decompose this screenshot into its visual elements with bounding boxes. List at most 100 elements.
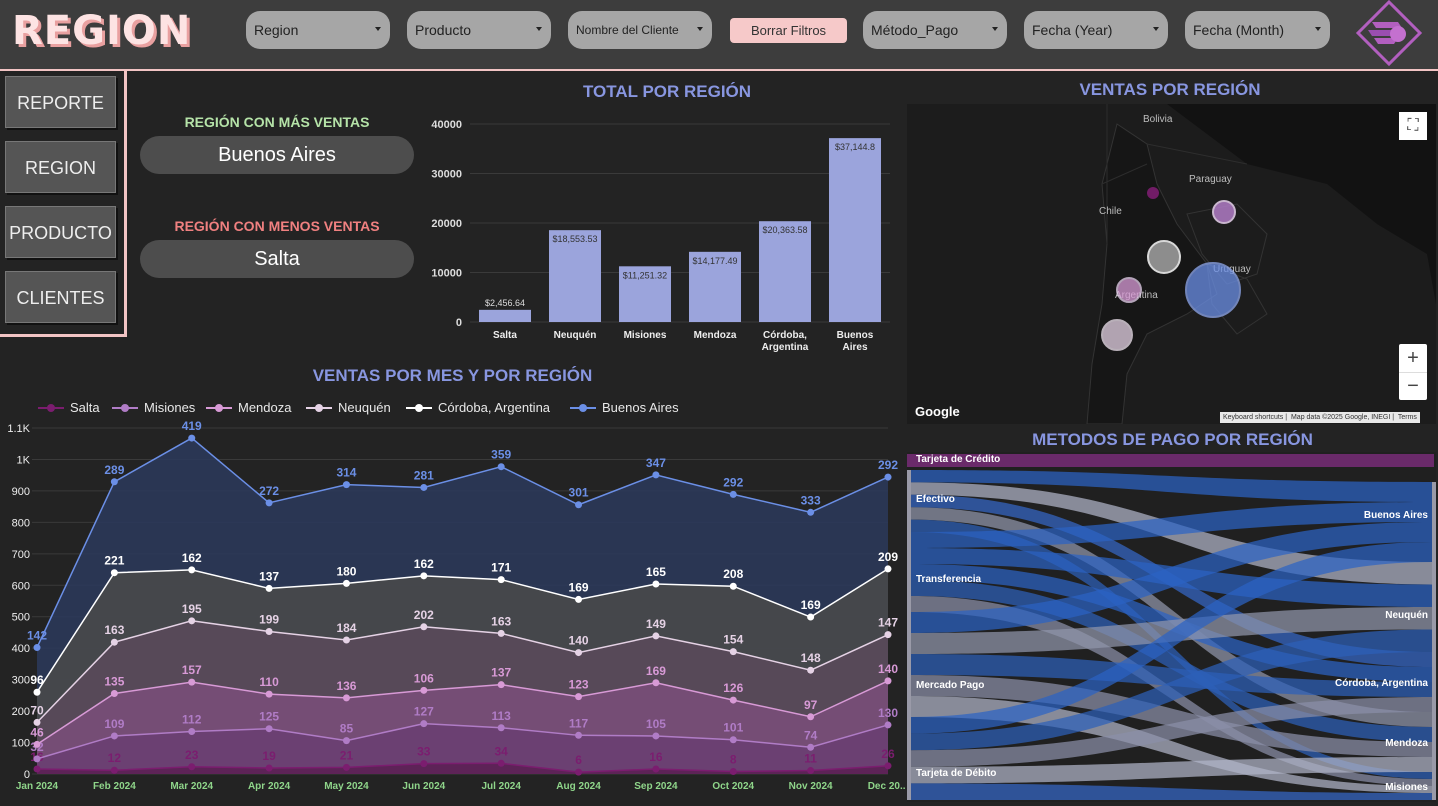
area-point[interactable] <box>342 579 350 587</box>
legend-item[interactable]: Salta <box>38 400 100 415</box>
area-point[interactable] <box>188 678 196 686</box>
area-point[interactable] <box>342 694 350 702</box>
area-point[interactable] <box>342 763 350 771</box>
area-point[interactable] <box>652 471 660 479</box>
zoom-in-button[interactable]: + <box>1399 344 1427 372</box>
filter-month[interactable]: Fecha (Month) <box>1185 11 1330 49</box>
area-point[interactable] <box>497 681 505 689</box>
area-point[interactable] <box>33 755 41 763</box>
area-point[interactable] <box>575 595 583 603</box>
area-point[interactable] <box>420 760 428 768</box>
area-point[interactable] <box>342 481 350 489</box>
nav-reporte-button[interactable]: REPORTE <box>5 76 116 128</box>
area-point[interactable] <box>265 690 273 698</box>
area-point[interactable] <box>33 740 41 748</box>
area-point[interactable] <box>884 565 892 573</box>
area-point[interactable] <box>265 764 273 772</box>
area-point[interactable] <box>110 569 118 577</box>
area-point[interactable] <box>497 629 505 637</box>
nav-region-button[interactable]: REGION <box>5 141 116 193</box>
area-point[interactable] <box>188 566 196 574</box>
filter-region[interactable]: Region <box>246 11 390 49</box>
area-point[interactable] <box>575 731 583 739</box>
area-point[interactable] <box>497 759 505 767</box>
area-point[interactable] <box>265 584 273 592</box>
area-point[interactable] <box>575 693 583 701</box>
area-point[interactable] <box>884 677 892 685</box>
area-point[interactable] <box>420 623 428 631</box>
area-point[interactable] <box>110 766 118 774</box>
area-point[interactable] <box>420 720 428 728</box>
filter-cliente[interactable]: Nombre del Cliente <box>568 11 712 49</box>
area-point[interactable] <box>807 713 815 721</box>
area-point[interactable] <box>807 508 815 516</box>
area-point[interactable] <box>497 724 505 732</box>
area-point[interactable] <box>497 463 505 471</box>
area-point[interactable] <box>420 572 428 580</box>
area-point[interactable] <box>420 686 428 694</box>
area-point[interactable] <box>497 576 505 584</box>
filter-metodo-pago[interactable]: Método_Pago <box>863 11 1007 49</box>
nav-clientes-button[interactable]: CLIENTES <box>5 271 116 323</box>
area-point[interactable] <box>884 631 892 639</box>
area-point[interactable] <box>188 728 196 736</box>
legend-item[interactable]: Córdoba, Argentina <box>406 400 550 415</box>
nav-producto-button[interactable]: PRODUCTO <box>5 206 116 258</box>
area-point[interactable] <box>265 499 273 507</box>
area-point[interactable] <box>265 725 273 733</box>
area-point[interactable] <box>110 638 118 646</box>
region-map[interactable]: Bolivia Paraguay Chile Argentina Uruguay… <box>907 104 1436 424</box>
area-point[interactable] <box>265 628 273 636</box>
area-point[interactable] <box>420 483 428 491</box>
legend-item[interactable]: Misiones <box>112 400 195 415</box>
area-point[interactable] <box>884 762 892 770</box>
area-point[interactable] <box>575 649 583 657</box>
area-point[interactable] <box>188 617 196 625</box>
area-point[interactable] <box>807 767 815 775</box>
area-point[interactable] <box>729 648 737 656</box>
area-point[interactable] <box>884 473 892 481</box>
area-point[interactable] <box>729 490 737 498</box>
bar-0[interactable] <box>479 309 531 322</box>
legend-item[interactable]: Neuquén <box>306 400 391 415</box>
terms-link[interactable]: Terms <box>1398 414 1417 421</box>
area-point[interactable] <box>33 765 41 773</box>
bar-4[interactable] <box>759 221 811 322</box>
fullscreen-icon[interactable]: ⛶ <box>1399 112 1427 140</box>
filter-producto[interactable]: Producto <box>407 11 551 49</box>
area-point[interactable] <box>110 732 118 740</box>
area-data-label: 289 <box>104 463 124 477</box>
area-point[interactable] <box>188 763 196 771</box>
area-point[interactable] <box>652 679 660 687</box>
area-point[interactable] <box>575 501 583 509</box>
area-point[interactable] <box>110 689 118 697</box>
bar-5[interactable] <box>829 138 881 322</box>
area-point[interactable] <box>188 434 196 442</box>
area-point[interactable] <box>33 688 41 696</box>
area-data-label: 163 <box>491 614 511 628</box>
legend-item[interactable]: Mendoza <box>206 400 291 415</box>
area-point[interactable] <box>342 737 350 745</box>
area-point[interactable] <box>729 582 737 590</box>
area-point[interactable] <box>729 736 737 744</box>
zoom-out-button[interactable]: − <box>1399 372 1427 400</box>
area-point[interactable] <box>342 636 350 644</box>
area-point[interactable] <box>729 767 737 775</box>
area-point[interactable] <box>729 696 737 704</box>
clear-filters-button[interactable]: Borrar Filtros <box>730 18 847 43</box>
area-point[interactable] <box>807 613 815 621</box>
keyboard-shortcuts-link[interactable]: Keyboard shortcuts <box>1223 414 1283 421</box>
filter-year[interactable]: Fecha (Year) <box>1024 11 1168 49</box>
legend-item[interactable]: Buenos Aires <box>570 400 679 415</box>
area-point[interactable] <box>652 732 660 740</box>
area-point[interactable] <box>33 644 41 652</box>
area-point[interactable] <box>807 666 815 674</box>
area-point[interactable] <box>652 580 660 588</box>
area-point[interactable] <box>575 768 583 776</box>
area-point[interactable] <box>884 721 892 729</box>
area-point[interactable] <box>807 743 815 751</box>
area-point[interactable] <box>33 718 41 726</box>
area-point[interactable] <box>652 765 660 773</box>
area-point[interactable] <box>652 632 660 640</box>
area-point[interactable] <box>110 478 118 486</box>
